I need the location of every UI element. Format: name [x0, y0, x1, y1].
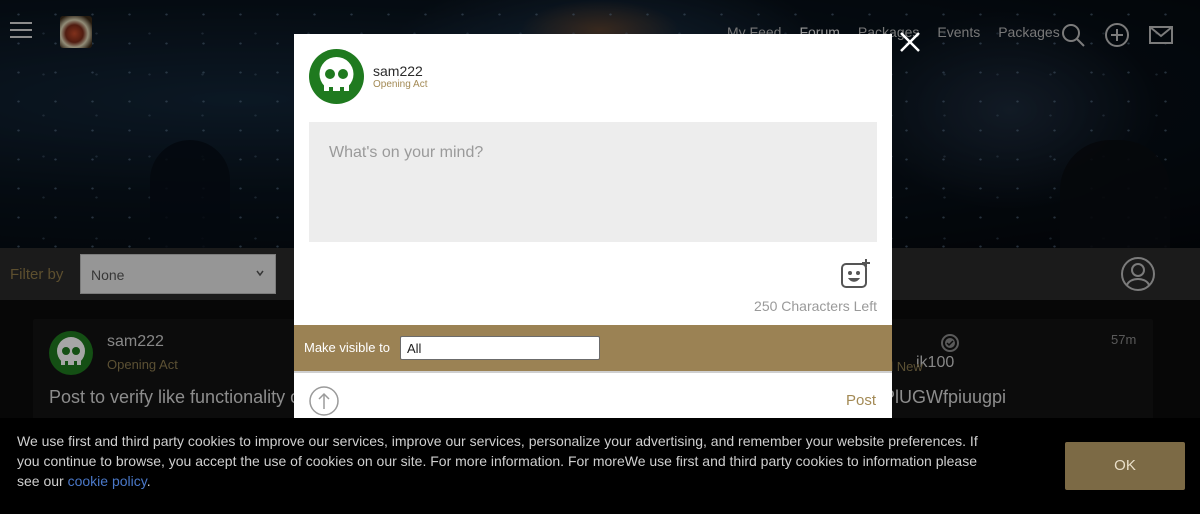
- visibility-label: Make visible to: [304, 340, 390, 355]
- cookie-message: We use first and third party cookies to …: [17, 433, 978, 489]
- cookie-ok-button[interactable]: OK: [1065, 442, 1185, 490]
- add-emoji-icon[interactable]: [839, 258, 871, 290]
- characters-left-counter: 250 Characters Left: [754, 298, 877, 314]
- modal-user-rank: Opening Act: [373, 79, 428, 90]
- page: My Feed Forum Packages Events Packages F…: [0, 0, 1200, 514]
- upload-arrow-icon[interactable]: [308, 385, 340, 417]
- cookie-policy-link[interactable]: cookie policy: [68, 473, 147, 489]
- compose-post-modal: sam222 Opening Act 250 Characters Left M…: [294, 34, 892, 428]
- modal-divider: [294, 371, 892, 373]
- close-icon[interactable]: [898, 30, 922, 54]
- post-text-input[interactable]: [309, 122, 877, 242]
- post-button[interactable]: Post: [846, 392, 876, 409]
- cookie-text: We use first and third party cookies to …: [17, 431, 1002, 491]
- visibility-bar: Make visible to All: [294, 325, 892, 371]
- cookie-banner: We use first and third party cookies to …: [0, 418, 1200, 514]
- user-avatar: [309, 49, 364, 104]
- modal-username: sam222: [373, 63, 423, 79]
- cookie-tail: .: [146, 473, 151, 489]
- visibility-select[interactable]: All: [400, 336, 600, 360]
